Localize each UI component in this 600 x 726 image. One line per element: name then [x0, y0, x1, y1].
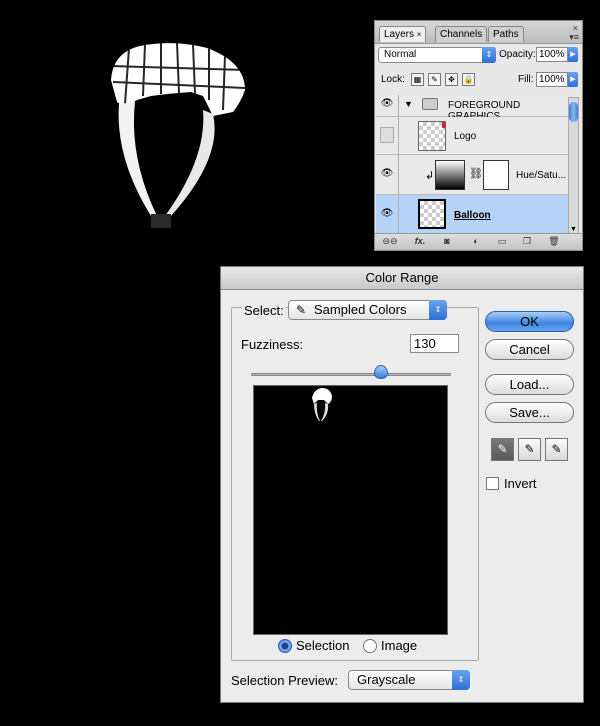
folder-icon [422, 98, 438, 110]
dialog-title: Color Range [221, 267, 583, 290]
logo-mark-icon [442, 122, 445, 128]
layer-mask-thumbnail[interactable] [483, 160, 509, 190]
visibility-eye-icon[interactable]: 👁 [379, 168, 395, 182]
select-label: Select: [242, 303, 286, 318]
ok-button[interactable]: OK [485, 311, 574, 332]
load-button[interactable]: Load... [485, 374, 574, 395]
layer-name: Logo [454, 131, 477, 142]
panel-menu-icon[interactable]: ▾≡ [569, 32, 579, 43]
fuzziness-slider[interactable] [251, 373, 451, 376]
eyedropper-icon: ✎ [296, 303, 307, 317]
selection-preview-value: Grayscale [357, 672, 416, 687]
fuzziness-label: Fuzziness: [241, 337, 304, 352]
image-radio[interactable] [363, 639, 377, 653]
tab-layers-label: Layers [384, 29, 415, 40]
new-layer-icon[interactable]: ❐ [518, 235, 536, 248]
cancel-button[interactable]: Cancel [485, 339, 574, 360]
row-separator [398, 117, 399, 154]
selection-radio[interactable] [278, 639, 292, 653]
lock-position-icon[interactable]: ✥ [445, 73, 458, 86]
new-group-icon[interactable]: ▭ [493, 235, 511, 248]
layer-group-foreground[interactable]: 👁 ▼ FOREGROUND GRAPHICS [376, 95, 570, 122]
fill-field[interactable]: 100% [536, 72, 568, 87]
fill-label: Fill: [518, 74, 534, 85]
row-separator [398, 155, 399, 194]
layer-hue-saturation[interactable]: 👁 ↲ ⛓ Hue/Satu... [376, 155, 570, 195]
color-range-dialog: Color Range Select: ✎ Sampled Colors ⇕ F… [220, 266, 584, 703]
row-separator [398, 95, 399, 116]
add-mask-icon[interactable]: ◙ [438, 235, 456, 248]
layer-name: Balloon [454, 210, 491, 221]
subtract-from-sample-icon[interactable]: ✎ [545, 438, 568, 461]
select-popup[interactable]: ✎ Sampled Colors ⇕ [288, 300, 447, 320]
image-radio-label: Image [381, 638, 418, 653]
preview-balloon [312, 388, 332, 421]
tab-layers[interactable]: Layers × [379, 26, 427, 42]
select-arrows-icon: ⇕ [429, 300, 447, 320]
selection-preview-popup[interactable]: Grayscale ⇕ [348, 670, 470, 690]
layers-panel: Layers × Channels Paths × ▾≡ Normal ⇕ Op… [374, 20, 583, 251]
select-value: Sampled Colors [314, 302, 407, 317]
tab-close-icon[interactable]: × [417, 30, 422, 39]
tab-channels-label: Channels [440, 29, 483, 40]
fuzziness-slider-thumb[interactable] [374, 365, 388, 379]
balloon-image [110, 41, 246, 228]
add-to-sample-icon[interactable]: ✎ [518, 438, 541, 461]
layers-scrollbar[interactable]: ▼ [568, 97, 579, 235]
eyedropper-tool-icon[interactable]: ✎ [491, 438, 514, 461]
invert-label: Invert [504, 476, 537, 491]
layer-name: Hue/Satu... [516, 170, 567, 181]
selection-radio-label: Selection [296, 638, 350, 653]
visibility-empty-box[interactable] [380, 127, 394, 143]
lock-label: Lock: [381, 74, 405, 85]
blend-mode-select[interactable]: Normal ⇕ [378, 47, 496, 63]
blend-mode-value: Normal [384, 49, 417, 60]
opacity-arrow-icon[interactable]: ▶ [568, 47, 578, 62]
save-button[interactable]: Save... [485, 402, 574, 423]
clip-arrow-icon: ↲ [425, 170, 435, 182]
lock-all-icon[interactable]: 🔒 [462, 73, 475, 86]
select-arrows-icon: ⇕ [482, 47, 496, 63]
selection-preview-image[interactable] [253, 385, 448, 635]
layer-thumbnail [418, 199, 446, 229]
tab-paths-label: Paths [493, 29, 519, 40]
fuzziness-field[interactable]: 130 [410, 334, 459, 353]
layer-style-fx-icon[interactable]: fx. [411, 235, 429, 248]
expand-triangle-icon[interactable]: ▼ [404, 99, 413, 109]
visibility-eye-icon[interactable]: 👁 [379, 208, 395, 222]
tab-channels[interactable]: Channels [435, 26, 488, 42]
link-layers-icon[interactable]: ⊖⊖ [381, 235, 399, 248]
layers-bottom-bar: ⊖⊖ fx. ◙ ◐ ▭ ❐ 🗑 [375, 233, 582, 250]
layer-balloon[interactable]: 👁 Balloon [376, 195, 570, 235]
opacity-label: Opacity: [499, 49, 536, 60]
layer-logo[interactable]: Logo [376, 117, 570, 155]
trash-icon[interactable]: 🗑 [545, 235, 563, 248]
chain-link-icon[interactable]: ⛓ [469, 167, 483, 180]
layers-panel-tabbar: Layers × Channels Paths × ▾≡ [375, 21, 582, 44]
selection-preview-label: Selection Preview: [231, 673, 338, 688]
lock-image-icon[interactable]: ✎ [428, 73, 441, 86]
select-arrows-icon: ⇕ [452, 670, 470, 690]
adjustment-thumbnail [435, 160, 465, 190]
fill-arrow-icon[interactable]: ▶ [568, 72, 578, 87]
visibility-eye-icon[interactable]: 👁 [379, 98, 395, 112]
tab-paths[interactable]: Paths [488, 26, 524, 42]
scroll-thumb[interactable] [569, 102, 578, 122]
invert-checkbox[interactable] [486, 477, 499, 490]
row-separator [398, 195, 399, 234]
adjustment-layer-icon[interactable]: ◐ [467, 235, 485, 248]
lock-transparency-icon[interactable]: ▦ [411, 73, 424, 86]
scroll-down-icon[interactable]: ▼ [570, 226, 577, 233]
opacity-field[interactable]: 100% [536, 47, 568, 62]
